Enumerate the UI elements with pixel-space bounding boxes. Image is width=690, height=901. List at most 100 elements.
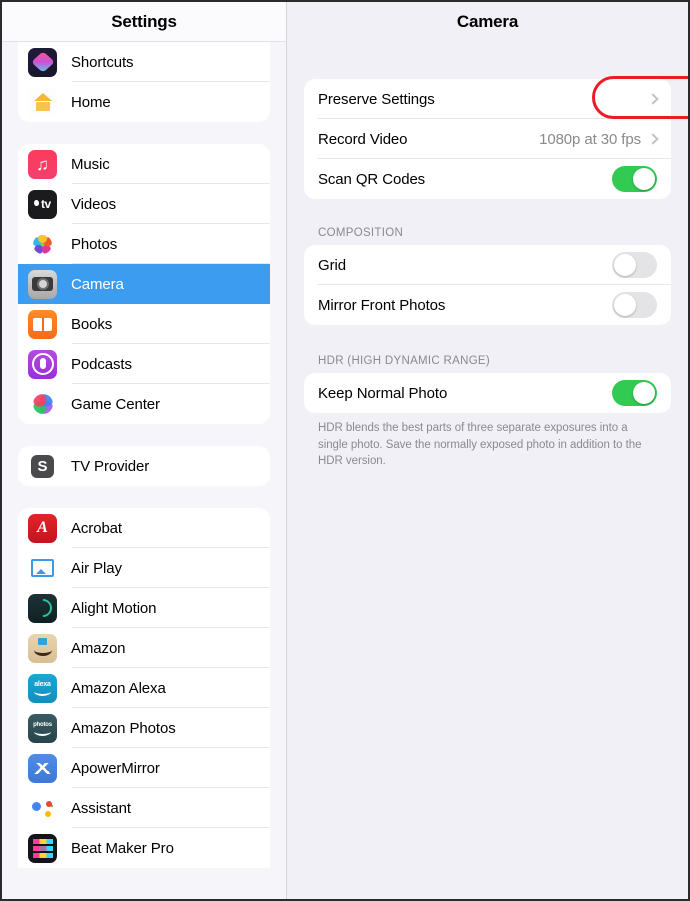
music-icon (28, 149, 57, 179)
sidebar-group-3: TV Provider (18, 446, 270, 486)
sidebar-item-label: Amazon Alexa (71, 679, 166, 697)
sidebar-item-label: Photos (71, 235, 118, 253)
sidebar-item-apowermirror[interactable]: ApowerMirror (18, 748, 270, 788)
keep-normal-photo-toggle[interactable] (612, 380, 657, 406)
mirror-front-photos-label: Mirror Front Photos (318, 296, 446, 314)
toggle-knob (614, 294, 636, 316)
camera-settings-pane: Camera Preserve Settings Record Video 10… (287, 2, 688, 899)
top-spacer (304, 42, 671, 79)
photos-icon (28, 229, 57, 259)
sidebar-item-podcasts[interactable]: Podcasts (18, 344, 270, 384)
settings-sidebar: Settings Shortcuts Home Music (2, 2, 287, 899)
sidebar-item-label: Game Center (71, 395, 160, 413)
airplay-icon (28, 553, 57, 583)
scan-qr-codes-label: Scan QR Codes (318, 170, 426, 188)
toggle-knob (614, 254, 636, 276)
sidebar-item-label: Videos (71, 195, 116, 213)
toggle-knob (633, 382, 655, 404)
sidebar-item-alight-motion[interactable]: Alight Motion (18, 588, 270, 628)
record-video-row[interactable]: Record Video 1080p at 30 fps (304, 119, 671, 159)
home-icon (28, 87, 57, 117)
tv-provider-icon (28, 451, 57, 481)
scan-qr-codes-row[interactable]: Scan QR Codes (304, 159, 671, 199)
preserve-settings-row[interactable]: Preserve Settings (304, 79, 671, 119)
composition-group: Grid Mirror Front Photos (304, 245, 671, 325)
sidebar-item-amazon[interactable]: Amazon (18, 628, 270, 668)
sidebar-group-1: Shortcuts Home (18, 42, 270, 122)
sidebar-item-label: TV Provider (71, 457, 150, 475)
sidebar-header: Settings (2, 2, 286, 42)
sidebar-item-assistant[interactable]: Assistant (18, 788, 270, 828)
sidebar-item-label: Amazon Photos (71, 719, 176, 737)
keep-normal-photo-label: Keep Normal Photo (318, 384, 448, 402)
amazon-photos-icon (28, 713, 57, 743)
sidebar-item-game-center[interactable]: Game Center (18, 384, 270, 424)
sidebar-item-label: Air Play (71, 559, 122, 577)
keep-normal-photo-row[interactable]: Keep Normal Photo (304, 373, 671, 413)
sidebar-group-4: Acrobat Air Play Alight Motion Amazon Am… (18, 508, 270, 868)
composition-section-label: COMPOSITION (318, 227, 404, 239)
apple-tv-icon (28, 189, 57, 219)
hdr-group: Keep Normal Photo (304, 373, 671, 413)
sidebar-group-2: Music Videos Photos Camera Books (18, 144, 270, 424)
sidebar-item-label: Podcasts (71, 355, 132, 373)
sidebar-item-books[interactable]: Books (18, 304, 270, 344)
grid-row[interactable]: Grid (304, 245, 671, 285)
sidebar-title: Settings (111, 11, 177, 31)
sidebar-item-label: Music (71, 155, 110, 173)
sidebar-scroll-area[interactable]: Shortcuts Home Music Videos (2, 42, 286, 899)
sidebar-item-camera[interactable]: Camera (18, 264, 270, 304)
sidebar-item-label: Acrobat (71, 519, 122, 537)
grid-label: Grid (318, 256, 346, 274)
sidebar-item-home[interactable]: Home (18, 82, 270, 122)
sidebar-item-tv-provider[interactable]: TV Provider (18, 446, 270, 486)
acrobat-icon (28, 513, 57, 543)
sidebar-item-acrobat[interactable]: Acrobat (18, 508, 270, 548)
amazon-alexa-icon (28, 673, 57, 703)
grid-toggle[interactable] (612, 252, 657, 278)
sidebar-item-label: Camera (71, 275, 124, 293)
hdr-footnote: HDR blends the best parts of three separ… (318, 422, 642, 468)
sidebar-item-label: Books (71, 315, 113, 333)
toggle-knob (633, 168, 655, 190)
apowermirror-icon (28, 753, 57, 783)
mirror-front-photos-toggle[interactable] (612, 292, 657, 318)
sidebar-item-videos[interactable]: Videos (18, 184, 270, 224)
scan-qr-codes-toggle[interactable] (612, 166, 657, 192)
sidebar-item-music[interactable]: Music (18, 144, 270, 184)
ipad-settings-screen: Settings Shortcuts Home Music (0, 0, 690, 901)
sidebar-item-amazon-photos[interactable]: Amazon Photos (18, 708, 270, 748)
sidebar-item-label: Assistant (71, 799, 131, 817)
hdr-section-label: HDR (HIGH DYNAMIC RANGE) (318, 355, 491, 367)
sidebar-item-label: Alight Motion (71, 599, 157, 617)
books-icon (28, 309, 57, 339)
sidebar-item-label: Home (71, 93, 111, 111)
google-assistant-icon (28, 793, 57, 823)
record-video-label: Record Video (318, 130, 408, 148)
sidebar-item-label: Beat Maker Pro (71, 839, 174, 857)
game-center-icon (28, 389, 57, 419)
chevron-right-icon (647, 93, 659, 105)
preserve-settings-label: Preserve Settings (318, 90, 435, 108)
camera-icon (28, 269, 57, 299)
alight-motion-icon (28, 593, 57, 623)
sidebar-item-air-play[interactable]: Air Play (18, 548, 270, 588)
sidebar-item-beat-maker-pro[interactable]: Beat Maker Pro (18, 828, 270, 868)
podcasts-icon (28, 349, 57, 379)
detail-header: Camera (287, 2, 688, 42)
sidebar-item-label: ApowerMirror (71, 759, 160, 777)
sidebar-item-shortcuts[interactable]: Shortcuts (18, 42, 270, 82)
beat-maker-pro-icon (28, 833, 57, 863)
record-video-value: 1080p at 30 fps (539, 130, 641, 148)
sidebar-item-amazon-alexa[interactable]: Amazon Alexa (18, 668, 270, 708)
sidebar-item-photos[interactable]: Photos (18, 224, 270, 264)
sidebar-item-label: Amazon (71, 639, 126, 657)
mirror-front-photos-row[interactable]: Mirror Front Photos (304, 285, 671, 325)
sidebar-item-label: Shortcuts (71, 53, 134, 71)
chevron-right-icon (647, 133, 659, 145)
amazon-icon (28, 633, 57, 663)
page-title: Camera (456, 12, 519, 31)
detail-scroll-area[interactable]: Preserve Settings Record Video 1080p at … (287, 42, 688, 899)
